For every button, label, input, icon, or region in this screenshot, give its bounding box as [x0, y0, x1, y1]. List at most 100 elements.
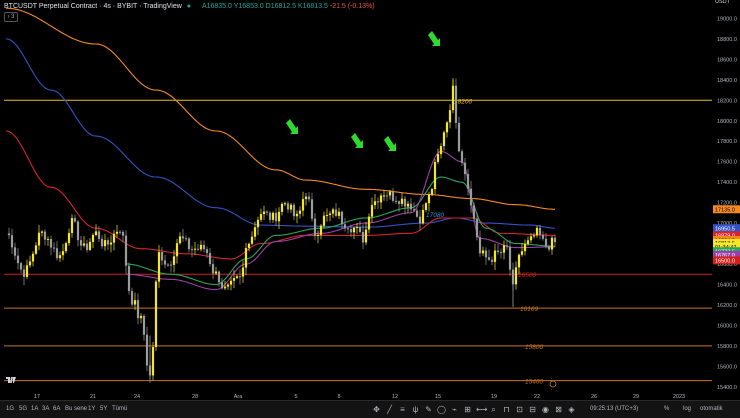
fib-icon[interactable]: ≡: [398, 405, 407, 414]
ruler-icon[interactable]: ⊟: [528, 405, 537, 414]
candle-body: [307, 196, 311, 200]
pitchfork-icon[interactable]: ψ: [411, 405, 420, 414]
price-tag: USDT: [715, 0, 731, 5]
brush-icon[interactable]: ✎: [424, 405, 433, 414]
timeframe-5y[interactable]: 5Y: [100, 406, 107, 412]
timeframe-1a[interactable]: 1A: [31, 406, 38, 412]
timeframe-1y[interactable]: 1Y: [88, 406, 95, 412]
candle-body: [16, 255, 20, 264]
lock-icon[interactable]: ⊡: [515, 405, 524, 414]
trash-icon[interactable]: ⊠: [554, 405, 563, 414]
indicator-count: 3: [11, 14, 15, 20]
candle-body: [448, 110, 452, 123]
candle-body: [382, 195, 386, 197]
layers-icon[interactable]: ◈: [567, 405, 576, 414]
candle-body: [412, 209, 416, 211]
timeframe-6a[interactable]: 6A: [53, 406, 60, 412]
candle-body: [91, 234, 95, 242]
candle-body: [208, 253, 212, 265]
shape-icon[interactable]: ◯: [437, 405, 446, 414]
pattern-icon[interactable]: ⌁: [450, 405, 459, 414]
candle-body: [364, 229, 368, 243]
level-label-15460: 15460: [525, 379, 543, 386]
magnet-icon[interactable]: ⊓: [502, 405, 511, 414]
candle-body: [397, 201, 401, 204]
candle-body: [286, 203, 290, 210]
candle-body: [334, 209, 338, 216]
candle-body: [427, 194, 431, 204]
candle-body: [94, 231, 98, 235]
candle-body: [250, 236, 254, 244]
candle-body: [454, 85, 458, 123]
symbol-title[interactable]: BTCUSDT Perpetual Contract · 4s · BYBIT …: [4, 3, 182, 10]
symbol-header: BTCUSDT Perpetual Contract · 4s · BYBIT …: [4, 3, 375, 10]
candle-body: [325, 214, 329, 216]
timeframe-bu-sene[interactable]: Bu sene: [65, 406, 87, 412]
candle-body: [25, 265, 29, 277]
candle-body: [22, 269, 26, 277]
projection-icon[interactable]: ⊞: [463, 405, 472, 414]
log-toggle[interactable]: log: [683, 406, 691, 412]
candle-body: [433, 161, 437, 190]
candle-body: [49, 238, 53, 248]
ohlc-values: A16835.0 Y16853.0 D16812.5 K16813.5: [201, 3, 328, 10]
candle-body: [52, 247, 56, 249]
candle-body: [346, 228, 350, 230]
candle-body: [523, 243, 527, 252]
level-label-15800: 15800: [525, 344, 543, 351]
candle-body: [277, 211, 281, 222]
candle-body: [247, 243, 251, 249]
timeframe-3a[interactable]: 3A: [42, 406, 49, 412]
candle-body: [145, 334, 149, 366]
candle-body: [367, 216, 371, 230]
candle-body: [304, 196, 308, 200]
candle-body: [127, 265, 131, 292]
price-tag: 16500.0: [715, 259, 735, 265]
candle-body: [10, 235, 14, 248]
chart-canvas[interactable]: 19000.0 18800.0 18600.0 18400.0 18200.0 18000…: [0, 0, 740, 400]
candle-body: [481, 250, 485, 254]
candle-body: [268, 212, 272, 220]
candle-body: [520, 251, 524, 255]
candle-body: [370, 205, 374, 217]
tradingview-logo[interactable]: [6, 377, 16, 383]
percent-toggle[interactable]: %: [664, 406, 669, 412]
candle-body: [118, 231, 122, 233]
zoom-icon[interactable]: ⌕: [489, 405, 498, 414]
timeframe-tümü[interactable]: Tümü: [112, 406, 127, 412]
candle-body: [43, 231, 47, 240]
trendline-icon[interactable]: ╱: [385, 405, 394, 414]
candle-body: [409, 203, 413, 210]
candle-body: [154, 281, 158, 347]
candle-body: [70, 218, 74, 233]
candle-body: [331, 209, 335, 214]
candle-body: [37, 232, 41, 246]
candle-body: [166, 264, 170, 266]
price-tick-label: 19000.0: [717, 16, 737, 22]
price-tick-label: 17600.0: [717, 160, 737, 166]
clock[interactable]: 09:25:13 (UTC+3): [590, 406, 638, 412]
candle-body: [265, 211, 269, 213]
price-change: -21.5 (-0.13%): [329, 3, 375, 10]
candle-body: [517, 254, 521, 268]
candle-body: [340, 211, 344, 225]
candle-body: [430, 189, 434, 195]
candle-body: [190, 249, 194, 251]
candle-body: [439, 146, 443, 155]
auto-toggle[interactable]: otomatik: [700, 406, 723, 412]
candle-body: [547, 246, 551, 250]
timeframe-1g[interactable]: 1G: [6, 406, 14, 412]
eye-icon[interactable]: ◉: [541, 405, 550, 414]
candle-body: [295, 213, 299, 217]
candle-body: [130, 291, 134, 305]
measure-icon[interactable]: ⟷: [476, 405, 487, 414]
candle-body: [211, 264, 215, 274]
drawing-tools: ✥ ╱ ≡ ψ ✎ ◯ ⌁ ⊞ ⟷ ⌕ ⊓ ⊡ ⊟ ◉ ⊠ ◈: [372, 403, 576, 415]
candle-body: [361, 232, 365, 243]
price-tick-label: 16200.0: [717, 303, 737, 309]
cursor-icon[interactable]: ✥: [372, 405, 381, 414]
candle-body: [391, 191, 395, 201]
timeframe-5g[interactable]: 5G: [19, 406, 27, 412]
indicator-collapse-button[interactable]: › 3: [4, 12, 18, 22]
candle-body: [538, 227, 542, 235]
